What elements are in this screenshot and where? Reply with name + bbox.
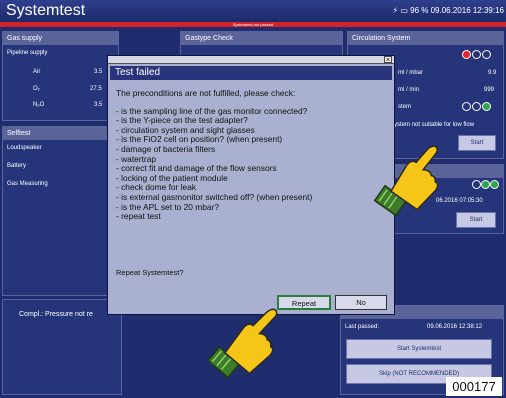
n2o-label: N₂O <box>33 102 45 108</box>
air-value: 3.5 <box>94 69 103 75</box>
no-button[interactable]: No <box>335 295 387 310</box>
close-icon[interactable]: × <box>384 56 392 64</box>
selftest-gas-measuring: Gas Measuring <box>7 181 48 187</box>
circ-value-1: 9.9 <box>488 70 497 76</box>
circ-row3: stem <box>398 104 412 110</box>
empty-status-icon <box>472 50 481 59</box>
check-item: - repeat test <box>116 211 161 222</box>
alarm-banner: Systemtest not passed <box>0 22 506 27</box>
alarm-banner-text: Systemtest not passed <box>232 22 274 27</box>
dialog-question: Repeat Systemtest? <box>116 268 184 277</box>
pointing-hand-icon <box>373 145 439 217</box>
page-title: Systemtest <box>6 2 86 19</box>
o2-value: 27.5 <box>90 86 102 92</box>
green-status-icon <box>481 180 490 189</box>
circ-unit-1: ml / mbar <box>398 70 424 76</box>
air-label: Air <box>33 69 41 75</box>
pressure-message: Compl.: Pressure not re <box>19 311 93 318</box>
dialog-top-strip: × <box>108 56 394 64</box>
empty-status-icon <box>482 50 491 59</box>
circ-unit-2: ml / min <box>398 87 419 93</box>
status-area: ⚡ ▭ 96 % 09.06.2016 12:39:16 <box>392 0 504 22</box>
empty-status-icon <box>472 180 481 189</box>
battery-icon: ▭ <box>400 6 408 15</box>
green-status-icon <box>490 180 499 189</box>
gastype-title: Gastype Check <box>181 32 342 45</box>
gas-supply-title: Gas supply <box>3 32 118 45</box>
systemtest-screen: Systemtest ⚡ ▭ 96 % 09.06.2016 12:39:16 … <box>0 0 506 398</box>
right-mid-start-button[interactable]: Start <box>456 212 496 228</box>
last-passed-label: Last passed: <box>345 324 380 330</box>
dialog-title: Test failed <box>110 66 392 80</box>
last-passed-value: 09.06.2016 12:38:12 <box>427 324 483 330</box>
n2o-value: 3.5 <box>94 102 103 108</box>
o2-label: O₂ <box>33 86 40 92</box>
low-flow-note: ystem not suitable for low flow <box>394 122 475 128</box>
selftest-battery: Battery <box>7 163 27 169</box>
selftest-panel: Selftest Loudspeaker Battery Gas Measuri… <box>2 126 119 296</box>
circ-value-2: 999 <box>484 87 495 93</box>
pipeline-supply-label: Pipeline supply <box>7 50 48 56</box>
circulation-start-button[interactable]: Start <box>458 135 496 151</box>
red-status-icon <box>462 50 471 59</box>
figure-code: 000177 <box>446 377 502 396</box>
gas-supply-panel: Gas supply Pipeline supply Air 3.5 O₂ 27… <box>2 31 119 121</box>
bottom-left-panel: Compl.: Pressure not re <box>2 299 122 395</box>
circulation-title: Circulation System <box>348 32 503 45</box>
status-text: 96 % 09.06.2016 12:39:16 <box>410 6 504 15</box>
test-failed-dialog: × Test failed The preconditions are not … <box>107 55 395 315</box>
selftest-loudspeaker: Loudspeaker <box>7 145 42 151</box>
dialog-intro: The preconditions are not fulfilled, ple… <box>116 88 296 98</box>
selftest-title: Selftest <box>3 127 118 140</box>
title-bar: Systemtest ⚡ ▭ 96 % 09.06.2016 12:39:16 <box>0 0 506 22</box>
green-status-icon <box>482 102 491 111</box>
plug-icon: ⚡ <box>392 6 399 15</box>
empty-status-icon <box>472 102 481 111</box>
empty-status-icon <box>462 102 471 111</box>
bottom-left-content: Compl.: Pressure not re <box>3 308 121 388</box>
start-systemtest-button[interactable]: Start Systemtest <box>346 339 492 359</box>
pointing-hand-icon <box>206 308 278 379</box>
dialog-body: The preconditions are not fulfilled, ple… <box>116 88 312 222</box>
gastype-panel: Gastype Check <box>180 31 343 56</box>
